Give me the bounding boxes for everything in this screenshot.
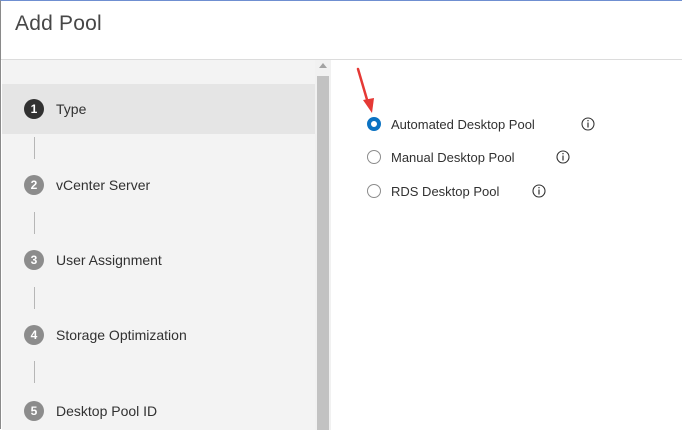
info-icon[interactable] [532, 184, 546, 198]
step-label: vCenter Server [56, 177, 151, 193]
add-pool-dialog: Add Pool 1 Type 2 vCenter Server 3 User … [0, 0, 682, 430]
page-title: Add Pool [15, 12, 102, 35]
step-number-badge: 4 [24, 325, 44, 345]
step-label: Desktop Pool ID [56, 403, 158, 419]
wizard-sidebar: 1 Type 2 vCenter Server 3 User Assignmen… [2, 60, 315, 430]
scrollbar-thumb[interactable] [317, 76, 329, 430]
sidebar-scrollbar[interactable] [315, 60, 331, 430]
option-label: Automated Desktop Pool [391, 117, 535, 132]
step-connector [34, 287, 35, 309]
step-number-badge: 5 [24, 401, 44, 421]
scroll-up-arrow-icon[interactable] [319, 63, 327, 68]
option-label: Manual Desktop Pool [391, 150, 515, 165]
step-label: Storage Optimization [56, 327, 187, 343]
info-icon[interactable] [581, 117, 595, 131]
step-number-badge: 2 [24, 175, 44, 195]
step-connector [34, 212, 35, 234]
radio-button[interactable] [367, 150, 381, 164]
option-label: RDS Desktop Pool [391, 184, 500, 199]
radio-button-selected[interactable] [367, 117, 381, 131]
step-number-badge: 1 [24, 99, 44, 119]
step-label: User Assignment [56, 252, 162, 268]
wizard-step-storage-optimization[interactable]: 4 Storage Optimization [2, 310, 315, 360]
radio-button[interactable] [367, 184, 381, 198]
wizard-step-user-assignment[interactable]: 3 User Assignment [2, 235, 315, 285]
step-connector [34, 361, 35, 383]
step-connector [34, 137, 35, 159]
wizard-step-vcenter-server[interactable]: 2 vCenter Server [2, 160, 315, 210]
step-label: Type [56, 101, 87, 117]
annotation-arrow-icon [356, 67, 374, 113]
info-icon[interactable] [556, 150, 570, 164]
step-number-badge: 3 [24, 250, 44, 270]
wizard-step-type[interactable]: 1 Type [2, 84, 315, 134]
